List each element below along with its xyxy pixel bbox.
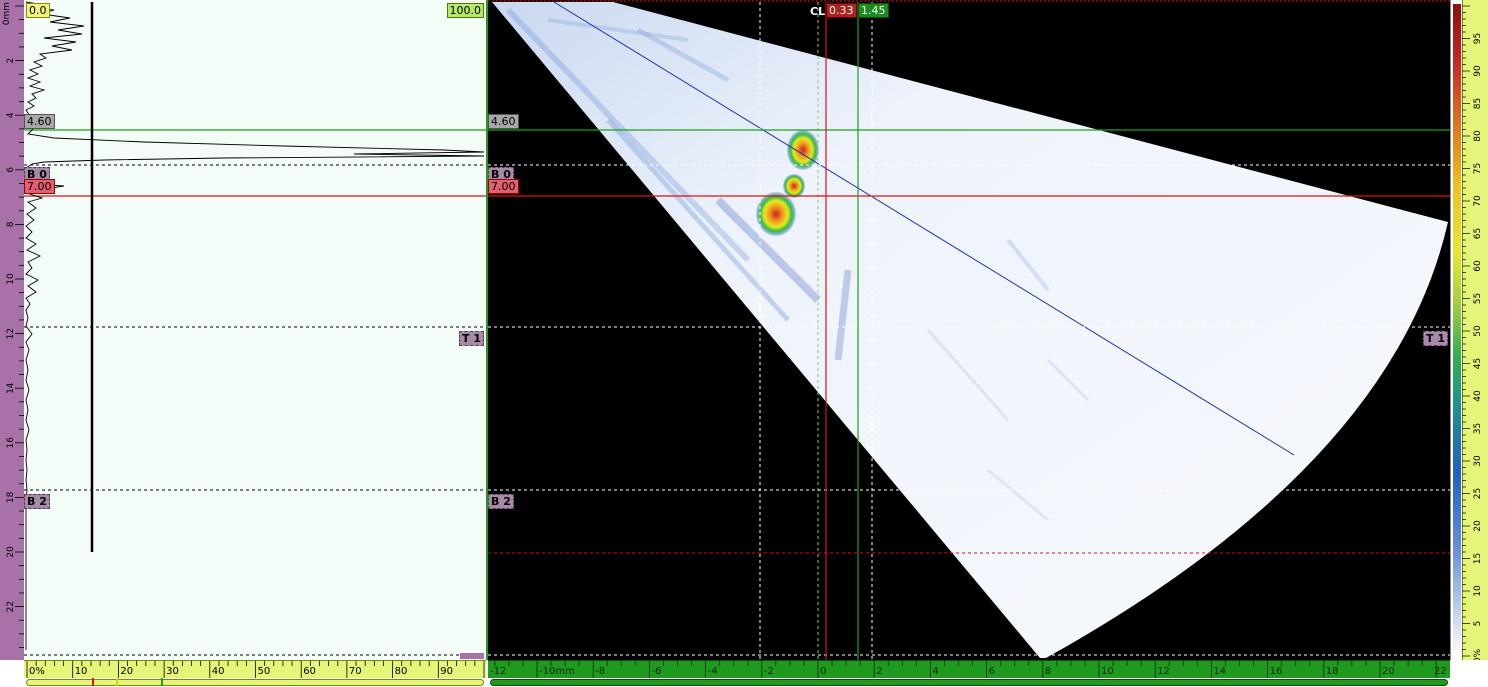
ascan-plot [24,1,486,656]
palette-tick-label: 0% [1473,648,1483,660]
amp-tick-label: 0% [29,666,45,677]
palette-tick-label: 80 [1473,130,1483,142]
sscan-scroll-bar[interactable] [490,679,1448,686]
index-ruler-ticks: -12 -10mm -8 -6 -4 -2 0 2 4 6 8 10 12 14 16 18 20 22 [490,661,1447,678]
index-tick-label: 20 [1382,666,1395,677]
palette-tick-label: 15 [1473,553,1483,564]
ascan-scroll-bar[interactable] [26,679,484,686]
depth-tick-label: 8 [6,221,16,227]
sscan-cursor-ref-value[interactable]: 0.33 [826,3,857,18]
sscan-panel[interactable]: CL 0.33 1.45 4.60 B 0 7.00 T 1 B 2 [488,0,1450,660]
palette-tick-label: 20 [1473,520,1483,532]
palette-ticks: 95 90 85 80 75 70 65 60 55 50 45 40 35 30 25 20 15 10 5 0% [1462,5,1483,660]
depth-tick-label: 16 [6,437,16,449]
depth-unit-label: 0mm [2,2,12,26]
palette-gradient [1453,4,1461,656]
palette-tick-label: 25 [1473,488,1483,499]
palette-tick-label: 30 [1473,455,1483,467]
amp-tick-label: 50 [258,666,271,677]
palette-tick-label: 85 [1473,98,1483,109]
palette-tick-label: 10 [1473,585,1483,597]
indication-2 [783,174,805,198]
palette-tick-label: 35 [1473,423,1483,434]
amp-tick-label: 80 [395,666,408,677]
palette-tick-label: 5 [1473,621,1483,627]
index-tick-label: -8 [595,666,605,677]
sscan-gate-b2-label[interactable]: B 2 [488,494,514,509]
ascan-panel[interactable]: 0.0 100.0 4.60 B 0 7.00 T 1 B 2 [24,0,488,660]
sscan-cursor-meas-value[interactable]: 1.45 [858,3,889,18]
depth-tick-label: 22 [6,601,16,612]
ascan-meas-label[interactable]: 7.00 [24,179,55,194]
indication-1 [787,130,819,170]
index-tick-label: 0 [820,666,826,677]
ascan-scroll-track[interactable] [24,678,486,686]
depth-tick-label: 18 [6,491,16,503]
amp-ruler-ticks: 0% 10 20 30 40 50 60 70 80 90 [26,661,485,678]
amp-tick-label: 20 [120,666,133,677]
sscan-sector [492,2,1448,658]
amp-tick-label: 60 [303,666,316,677]
ascan-scroll-marker-red[interactable] [92,678,94,686]
palette-tick-label: 90 [1473,65,1483,77]
index-tick-label: 6 [989,666,995,677]
ascan-gate-b2-label[interactable]: B 2 [24,494,50,509]
depth-tick-label: 10 [6,273,16,285]
depth-tick-label: 4 [6,112,16,118]
palette-tick-label: 75 [1473,163,1483,174]
amp-tick-label: 90 [440,666,453,677]
palette-tick-label: 70 [1473,195,1483,207]
amp-tick-label: 10 [75,666,88,677]
color-palette[interactable]: 95 90 85 80 75 70 65 60 55 50 45 40 35 30 25 20 15 10 5 0% [1450,0,1488,660]
amp-tick-label: 30 [166,666,179,677]
depth-tick-label: 20 [6,546,16,558]
ascan-waveform [25,1,485,650]
sscan-ref-label[interactable]: 4.60 [488,114,519,129]
palette-tick-label: 95 [1473,33,1483,44]
index-tick-label: -2 [764,666,774,677]
palette-tick-label: 60 [1473,260,1483,272]
amp-tick-label: 40 [212,666,225,677]
index-tick-label: 8 [1045,666,1051,677]
depth-tick-label: 2 [6,58,16,64]
index-tick-label: 22 [1434,666,1447,677]
ascan-amp-end-label: 100.0 [446,3,484,18]
sscan-gate-t1-label[interactable]: T 1 [1423,331,1448,346]
index-tick-label: -4 [708,666,718,677]
palette-tick-label: 65 [1473,228,1483,239]
palette-tick-label: 40 [1473,390,1483,402]
index-tick-label: 16 [1270,666,1283,677]
ascan-amp-ruler[interactable]: 0% 10 20 30 40 50 60 70 80 90 [24,660,486,678]
index-tick-label: 4 [932,666,938,677]
indication-3 [756,192,796,236]
palette-tick-label: 50 [1473,325,1483,337]
sscan-image [488,0,1450,660]
ascan-gate-t1-label[interactable]: T 1 [459,331,484,346]
ascan-corner-handle[interactable] [460,653,484,659]
index-tick-label: -12 [490,666,506,677]
amp-tick-label: 70 [349,666,362,677]
palette-tick-label: 55 [1473,293,1483,304]
index-tick-label: 14 [1213,666,1226,677]
index-tick-label: 2 [876,666,882,677]
ascan-scroll-marker-yellow[interactable] [116,678,118,686]
sscan-index-ruler[interactable]: -12 -10mm -8 -6 -4 -2 0 2 4 6 8 10 12 14 16 18 20 22 [488,660,1450,678]
sscan-cl-label: CL [810,5,826,18]
index-tick-label: 10 [1101,666,1114,677]
sscan-meas-label[interactable]: 7.00 [488,179,519,194]
ascan-depth-ruler[interactable]: 2 4 6 8 10 12 14 16 18 20 22 0mm [0,0,25,660]
index-tick-label: 12 [1157,666,1170,677]
palette-tick-label: 45 [1473,358,1483,369]
depth-tick-label: 6 [6,167,16,173]
depth-ruler-ticks: 2 4 6 8 10 12 14 16 18 20 22 [6,5,24,648]
ascan-amp-start-label: 0.0 [26,3,50,18]
index-tick-label: 18 [1326,666,1339,677]
ascan-scroll-marker-green[interactable] [161,678,163,686]
depth-tick-label: 12 [6,328,16,339]
index-tick-label: -10mm [539,666,575,677]
depth-tick-label: 14 [6,382,16,394]
ascan-ref-label[interactable]: 4.60 [24,114,55,129]
index-tick-label: -6 [651,666,661,677]
sscan-scroll-track[interactable] [488,678,1450,686]
